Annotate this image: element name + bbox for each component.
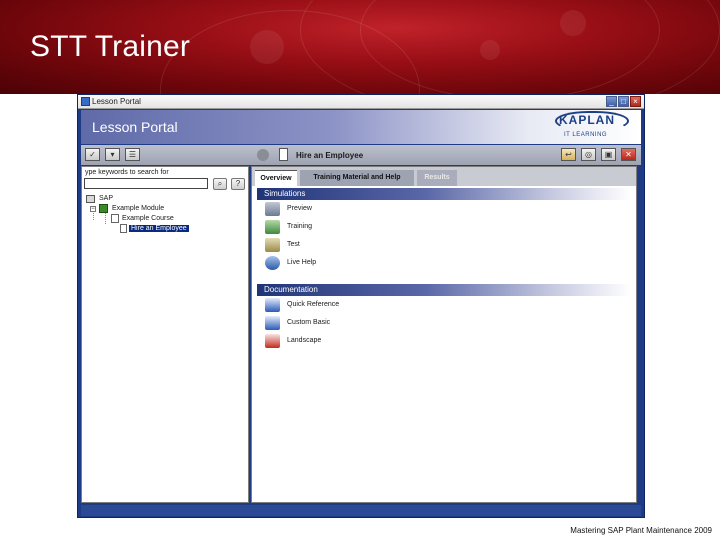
tree-node-module[interactable]: Example Module: [112, 205, 164, 212]
current-lesson-name: Hire an Employee: [296, 151, 364, 160]
slide-title: STT Trainer: [30, 30, 191, 63]
logo-subtitle: IT LEARNING: [564, 132, 608, 138]
refresh-button[interactable]: ▾: [105, 148, 120, 161]
portal-header: Lesson Portal KAPLAN IT LEARNING: [81, 110, 641, 144]
word-doc-icon: [265, 298, 280, 312]
status-bar: [81, 505, 641, 516]
home-icon: [86, 195, 95, 203]
tab-strip: Overview Training Material and Help Resu…: [252, 167, 636, 186]
simulation-label: Preview: [287, 205, 312, 212]
slide-banner: STT Trainer: [0, 0, 720, 94]
simulation-label: Live Help: [287, 259, 317, 266]
logo-word: KAPLAN: [559, 113, 615, 127]
tab-training-material[interactable]: Training Material and Help: [300, 170, 414, 186]
tree-node-root[interactable]: SAP: [99, 195, 113, 202]
check-button[interactable]: ✓: [85, 148, 100, 161]
tab-results[interactable]: Results: [417, 170, 457, 186]
refresh-icon: ▾: [110, 150, 115, 159]
word-doc-icon: [265, 316, 280, 330]
simulations-header: Simulations: [257, 188, 631, 200]
documentation-label: Landscape: [287, 337, 322, 344]
module-icon: [99, 204, 108, 213]
documentation-label: Custom Basic: [287, 319, 331, 326]
slide-footer: Mastering SAP Plant Maintenance 2009: [570, 526, 712, 535]
save-icon: ▣: [604, 150, 613, 159]
portal-title: Lesson Portal: [92, 119, 178, 135]
list-button[interactable]: ☰: [125, 148, 140, 161]
app-icon: [81, 97, 90, 106]
tree-node-lesson[interactable]: Hire an Employee: [129, 225, 189, 232]
test-icon: [265, 238, 280, 252]
simulation-label: Test: [287, 241, 300, 248]
window-title: Lesson Portal: [92, 97, 141, 106]
lesson-doc-icon: [120, 224, 127, 233]
window-titlebar[interactable]: Lesson Portal _ □ ×: [78, 95, 644, 109]
toolbar: ✓ ▾ ☰ Hire an Employee ↩ ◎ ▣ ✕: [81, 145, 641, 165]
preview-icon: [265, 202, 280, 216]
exit-button[interactable]: ↩: [561, 148, 576, 161]
navigation-panel: ype keywords to search for ⌕ ? SAP − Exa…: [81, 166, 249, 503]
save-button[interactable]: ▣: [601, 148, 616, 161]
lesson-portal-window: Lesson Portal _ □ × Lesson Portal KAPLAN…: [77, 94, 645, 518]
search-icon: ⌕: [217, 179, 223, 188]
check-icon: ✓: [89, 150, 96, 159]
minimize-button[interactable]: _: [606, 96, 617, 107]
pdf-icon: [265, 334, 280, 348]
tab-overview[interactable]: Overview: [255, 170, 297, 186]
kaplan-logo: KAPLAN IT LEARNING: [555, 111, 633, 142]
document-icon: [279, 148, 288, 161]
maximize-button[interactable]: □: [618, 96, 629, 107]
globe-button[interactable]: ◎: [581, 148, 596, 161]
list-icon: ☰: [128, 150, 137, 159]
search-input[interactable]: [84, 178, 208, 189]
live-help-icon: [265, 256, 280, 270]
search-help-button[interactable]: ?: [231, 178, 245, 190]
close-lesson-button[interactable]: ✕: [621, 148, 636, 161]
help-icon: ?: [235, 179, 241, 188]
collapse-icon[interactable]: −: [90, 206, 96, 212]
search-button[interactable]: ⌕: [213, 178, 227, 190]
documentation-label: Quick Reference: [287, 301, 340, 308]
lesson-status-icon: [257, 149, 269, 161]
simulation-label: Training: [287, 223, 313, 230]
search-label: ype keywords to search for: [85, 169, 169, 176]
close-icon: ✕: [625, 150, 632, 159]
course-icon: [111, 214, 119, 223]
content-panel: Overview Training Material and Help Resu…: [251, 166, 637, 503]
exit-icon: ↩: [565, 150, 572, 159]
documentation-header: Documentation: [257, 284, 631, 296]
training-icon: [265, 220, 280, 234]
globe-icon: ◎: [585, 150, 592, 159]
close-window-button[interactable]: ×: [630, 96, 641, 107]
tree-node-course[interactable]: Example Course: [122, 215, 174, 222]
